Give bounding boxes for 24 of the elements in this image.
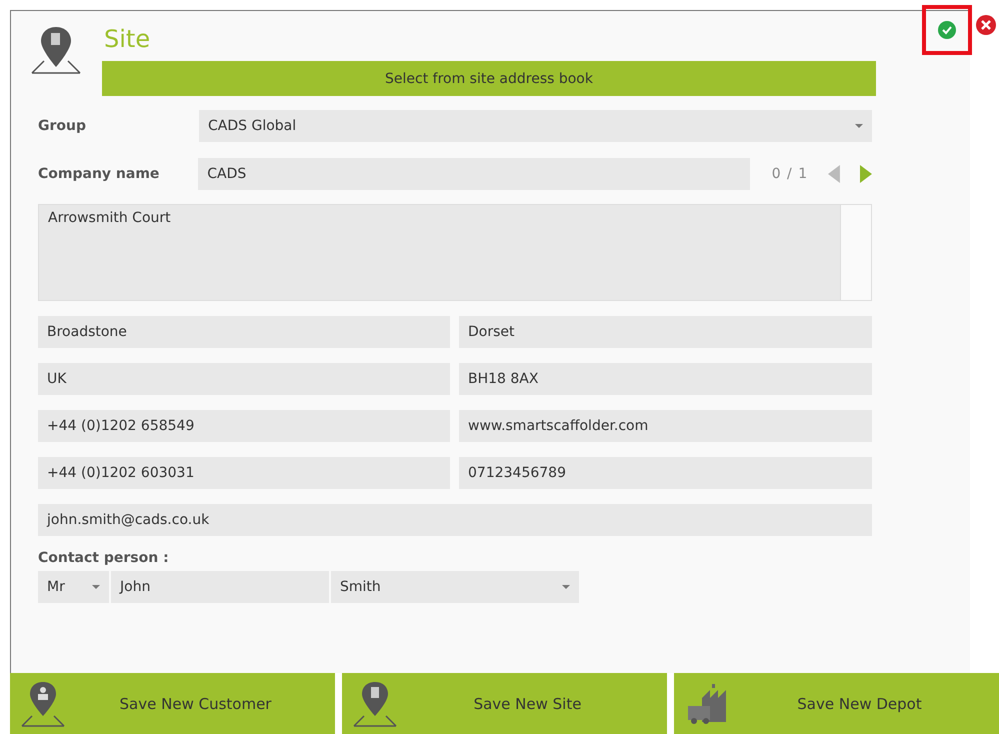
save-new-depot-button[interactable]: Save New Depot [674, 673, 999, 734]
save-new-customer-button[interactable]: Save New Customer [10, 673, 335, 734]
group-label: Group [38, 118, 88, 134]
save-new-site-button[interactable]: Save New Site [342, 673, 667, 734]
text-field[interactable]: BH18 8AX [459, 363, 872, 395]
company-name-field[interactable]: CADS [198, 158, 750, 190]
text-field[interactable]: Dorset [459, 316, 872, 348]
text-field[interactable]: Broadstone [38, 316, 450, 348]
title-dropdown[interactable]: Mr [38, 571, 109, 603]
company-name-label: Company name [38, 166, 160, 182]
first-name-field[interactable]: John [111, 571, 329, 603]
last-name-dropdown[interactable]: Smith [331, 571, 579, 603]
text-field[interactable]: www.smartscaffolder.com [459, 410, 872, 442]
group-dropdown[interactable]: CADS Global [199, 110, 872, 142]
contact-person-label: Contact person : [38, 550, 170, 566]
address-textarea[interactable]: Arrowsmith Court [38, 204, 872, 301]
text-field[interactable]: 07123456789 [459, 457, 872, 489]
text-field[interactable]: UK [38, 363, 450, 395]
text-field[interactable]: +44 (0)1202 603031 [38, 457, 450, 489]
record-counter: 0 / 1 [772, 166, 808, 182]
email-field[interactable]: john.smith@cads.co.uk [38, 504, 872, 536]
text-field[interactable]: +44 (0)1202 658549 [38, 410, 450, 442]
page-title: Site [103, 25, 152, 55]
address-book-button[interactable]: Select from site address book [102, 61, 876, 96]
